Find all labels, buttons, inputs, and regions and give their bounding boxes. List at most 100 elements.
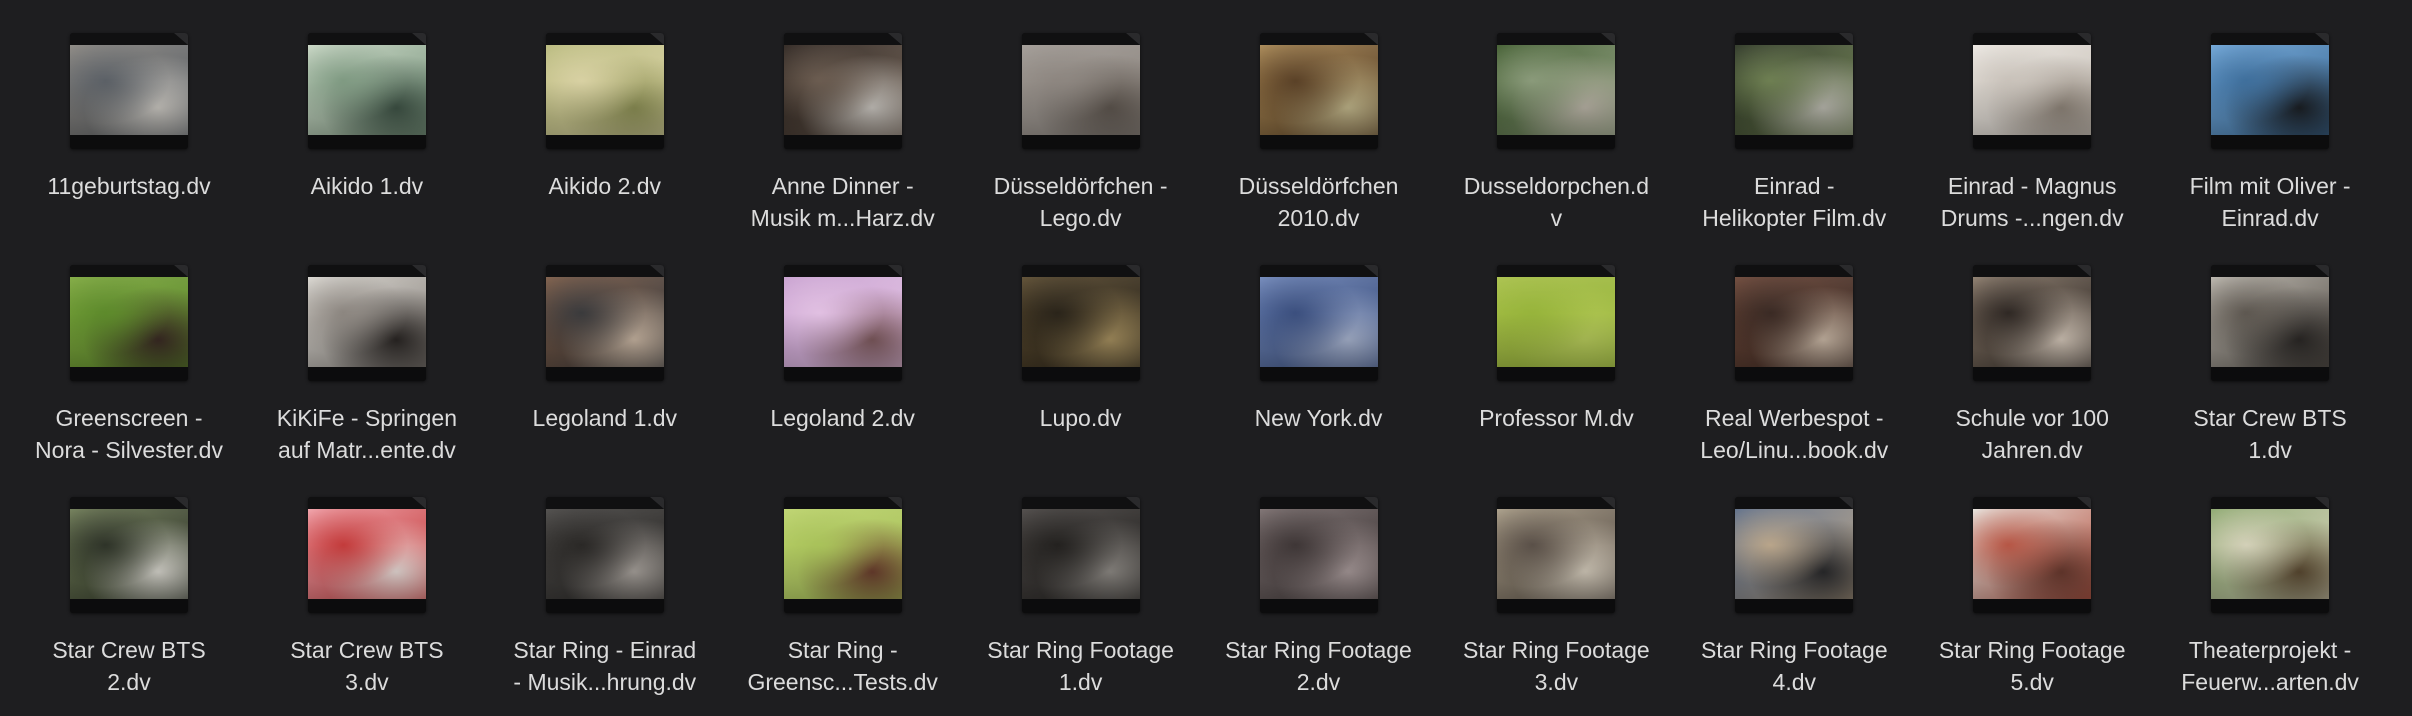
file-name-label[interactable]: Star Crew BTS 2.dv (10, 634, 248, 698)
file-name-label[interactable]: Star Crew BTS 1.dv (2151, 402, 2389, 466)
video-thumbnail[interactable] (1735, 33, 1854, 149)
video-thumbnail[interactable] (70, 33, 188, 149)
file-name-label[interactable]: Schule vor 100 Jahren.dv (1913, 402, 2151, 466)
file-item[interactable]: Einrad - Helikopter Film.dv (1675, 0, 1913, 231)
video-thumbnail[interactable] (545, 265, 664, 381)
file-item[interactable]: Star Crew BTS 3.dv (248, 464, 486, 695)
file-name-label[interactable]: Lupo.dv (962, 402, 1200, 434)
file-item[interactable]: Schule vor 100 Jahren.dv (1913, 232, 2151, 463)
file-item[interactable]: Düsseldörfchen 2010.dv (1200, 0, 1438, 231)
file-name-label[interactable]: Aikido 1.dv (248, 170, 486, 202)
file-name-label[interactable]: Anne Dinner - Musik m...Harz.dv (724, 170, 962, 234)
file-item[interactable]: Star Ring Footage 4.dv (1675, 464, 1913, 695)
video-thumbnail[interactable] (783, 497, 902, 613)
file-name-label[interactable]: New York.dv (1200, 402, 1438, 434)
video-thumbnail[interactable] (1497, 33, 1616, 149)
file-name-label[interactable]: Legoland 2.dv (724, 402, 962, 434)
file-name-label[interactable]: Aikido 2.dv (486, 170, 724, 202)
file-name-label[interactable]: Greenscreen - Nora - Silvester.dv (10, 402, 248, 466)
file-name-label[interactable]: Theaterprojekt - Feuerw...arten.dv (2151, 634, 2389, 698)
file-name-line: Aikido 1.dv (310, 173, 424, 199)
video-thumbnail[interactable] (1259, 265, 1378, 381)
file-name-label[interactable]: Legoland 1.dv (486, 402, 724, 434)
video-thumbnail[interactable] (545, 33, 664, 149)
file-item[interactable]: Film mit Oliver - Einrad.dv (2151, 0, 2389, 231)
file-name-label[interactable]: Star Ring Footage 1.dv (962, 634, 1200, 698)
file-name-label[interactable]: Star Crew BTS 3.dv (248, 634, 486, 698)
file-name-label[interactable]: Dusseldorpchen.d v (1437, 170, 1675, 234)
file-item[interactable]: Star Ring - Greensc...Tests.dv (724, 464, 962, 695)
video-thumbnail[interactable] (1973, 497, 2092, 613)
video-thumbnail[interactable] (1021, 265, 1140, 381)
file-name-label[interactable]: Professor M.dv (1437, 402, 1675, 434)
file-item[interactable]: Einrad - Magnus Drums -...ngen.dv (1913, 0, 2151, 231)
video-thumbnail[interactable] (70, 497, 188, 613)
thumbnail-shade (1497, 509, 1616, 599)
video-thumbnail[interactable] (1021, 497, 1140, 613)
file-item[interactable]: Star Ring - Einrad - Musik...hrung.dv (486, 464, 724, 695)
file-item[interactable]: Legoland 1.dv (486, 232, 724, 457)
file-item[interactable]: Professor M.dv (1437, 232, 1675, 457)
file-name-line: Greensc...Tests.dv (747, 669, 938, 695)
video-thumbnail[interactable] (1259, 497, 1378, 613)
thumbnail-bottom-strip (1021, 135, 1140, 149)
file-item[interactable]: Star Ring Footage 1.dv (962, 464, 1200, 695)
file-item[interactable]: 11geburtstag.dv (10, 0, 248, 225)
video-thumbnail[interactable] (70, 265, 188, 381)
file-item[interactable]: Anne Dinner - Musik m...Harz.dv (724, 0, 962, 231)
file-name-line: 2.dv (107, 669, 151, 695)
video-thumbnail[interactable] (1021, 33, 1140, 149)
file-item[interactable]: New York.dv (1200, 232, 1438, 457)
file-item[interactable]: Star Crew BTS 1.dv (2151, 232, 2389, 463)
file-name-label[interactable]: Star Ring - Greensc...Tests.dv (724, 634, 962, 698)
file-item[interactable]: Star Ring Footage 5.dv (1913, 464, 2151, 695)
file-item[interactable]: Lupo.dv (962, 232, 1200, 457)
file-item[interactable]: Greenscreen - Nora - Silvester.dv (10, 232, 248, 463)
file-name-label[interactable]: Star Ring Footage 5.dv (1913, 634, 2151, 698)
video-thumbnail[interactable] (1973, 265, 2092, 381)
file-item[interactable]: Aikido 2.dv (486, 0, 724, 225)
thumbnail-shade (1497, 45, 1616, 135)
file-item[interactable]: Real Werbespot - Leo/Linu...book.dv (1675, 232, 1913, 463)
file-name-label[interactable]: Real Werbespot - Leo/Linu...book.dv (1675, 402, 1913, 466)
thumbnail-bottom-strip (783, 367, 902, 381)
thumbnail-bottom-strip (545, 135, 664, 149)
video-thumbnail[interactable] (545, 497, 664, 613)
file-item[interactable]: Star Ring Footage 3.dv (1437, 464, 1675, 695)
video-thumbnail[interactable] (1973, 33, 2092, 149)
file-name-label[interactable]: Star Ring Footage 4.dv (1675, 634, 1913, 698)
file-item[interactable]: Dusseldorpchen.d v (1437, 0, 1675, 231)
file-name-label[interactable]: Einrad - Helikopter Film.dv (1675, 170, 1913, 234)
file-name-label[interactable]: Düsseldörfchen 2010.dv (1200, 170, 1438, 234)
video-thumbnail[interactable] (783, 33, 902, 149)
video-thumbnail[interactable] (1735, 265, 1854, 381)
file-name-label[interactable]: Düsseldörfchen - Lego.dv (962, 170, 1200, 234)
video-thumbnail[interactable] (1735, 497, 1854, 613)
file-name-label[interactable]: Star Ring Footage 2.dv (1200, 634, 1438, 698)
file-item[interactable]: Legoland 2.dv (724, 232, 962, 457)
file-name-label[interactable]: 11geburtstag.dv (10, 170, 248, 202)
file-name-label[interactable]: Star Ring Footage 3.dv (1437, 634, 1675, 698)
file-item[interactable]: Aikido 1.dv (248, 0, 486, 225)
file-item[interactable]: KiKiFe - Springen auf Matr...ente.dv (248, 232, 486, 463)
video-thumbnail[interactable] (307, 265, 426, 381)
file-item[interactable]: Star Crew BTS 2.dv (10, 464, 248, 695)
file-name-label[interactable]: Star Ring - Einrad - Musik...hrung.dv (486, 634, 724, 698)
thumbnail-bottom-strip (783, 135, 902, 149)
file-item[interactable]: Star Ring Footage 2.dv (1200, 464, 1438, 695)
video-thumbnail[interactable] (2211, 497, 2330, 613)
video-thumbnail[interactable] (2211, 265, 2330, 381)
file-item[interactable]: Theaterprojekt - Feuerw...arten.dv (2151, 464, 2389, 695)
video-thumbnail[interactable] (2211, 33, 2330, 149)
video-thumbnail[interactable] (307, 33, 426, 149)
video-thumbnail[interactable] (1259, 33, 1378, 149)
file-name-label[interactable]: KiKiFe - Springen auf Matr...ente.dv (248, 402, 486, 466)
video-thumbnail[interactable] (1497, 497, 1616, 613)
video-thumbnail[interactable] (1497, 265, 1616, 381)
video-thumbnail[interactable] (783, 265, 902, 381)
file-name-line: Feuerw...arten.dv (2181, 669, 2359, 695)
file-item[interactable]: Düsseldörfchen - Lego.dv (962, 0, 1200, 231)
video-thumbnail[interactable] (307, 497, 426, 613)
file-name-label[interactable]: Film mit Oliver - Einrad.dv (2151, 170, 2389, 234)
file-name-label[interactable]: Einrad - Magnus Drums -...ngen.dv (1913, 170, 2151, 234)
